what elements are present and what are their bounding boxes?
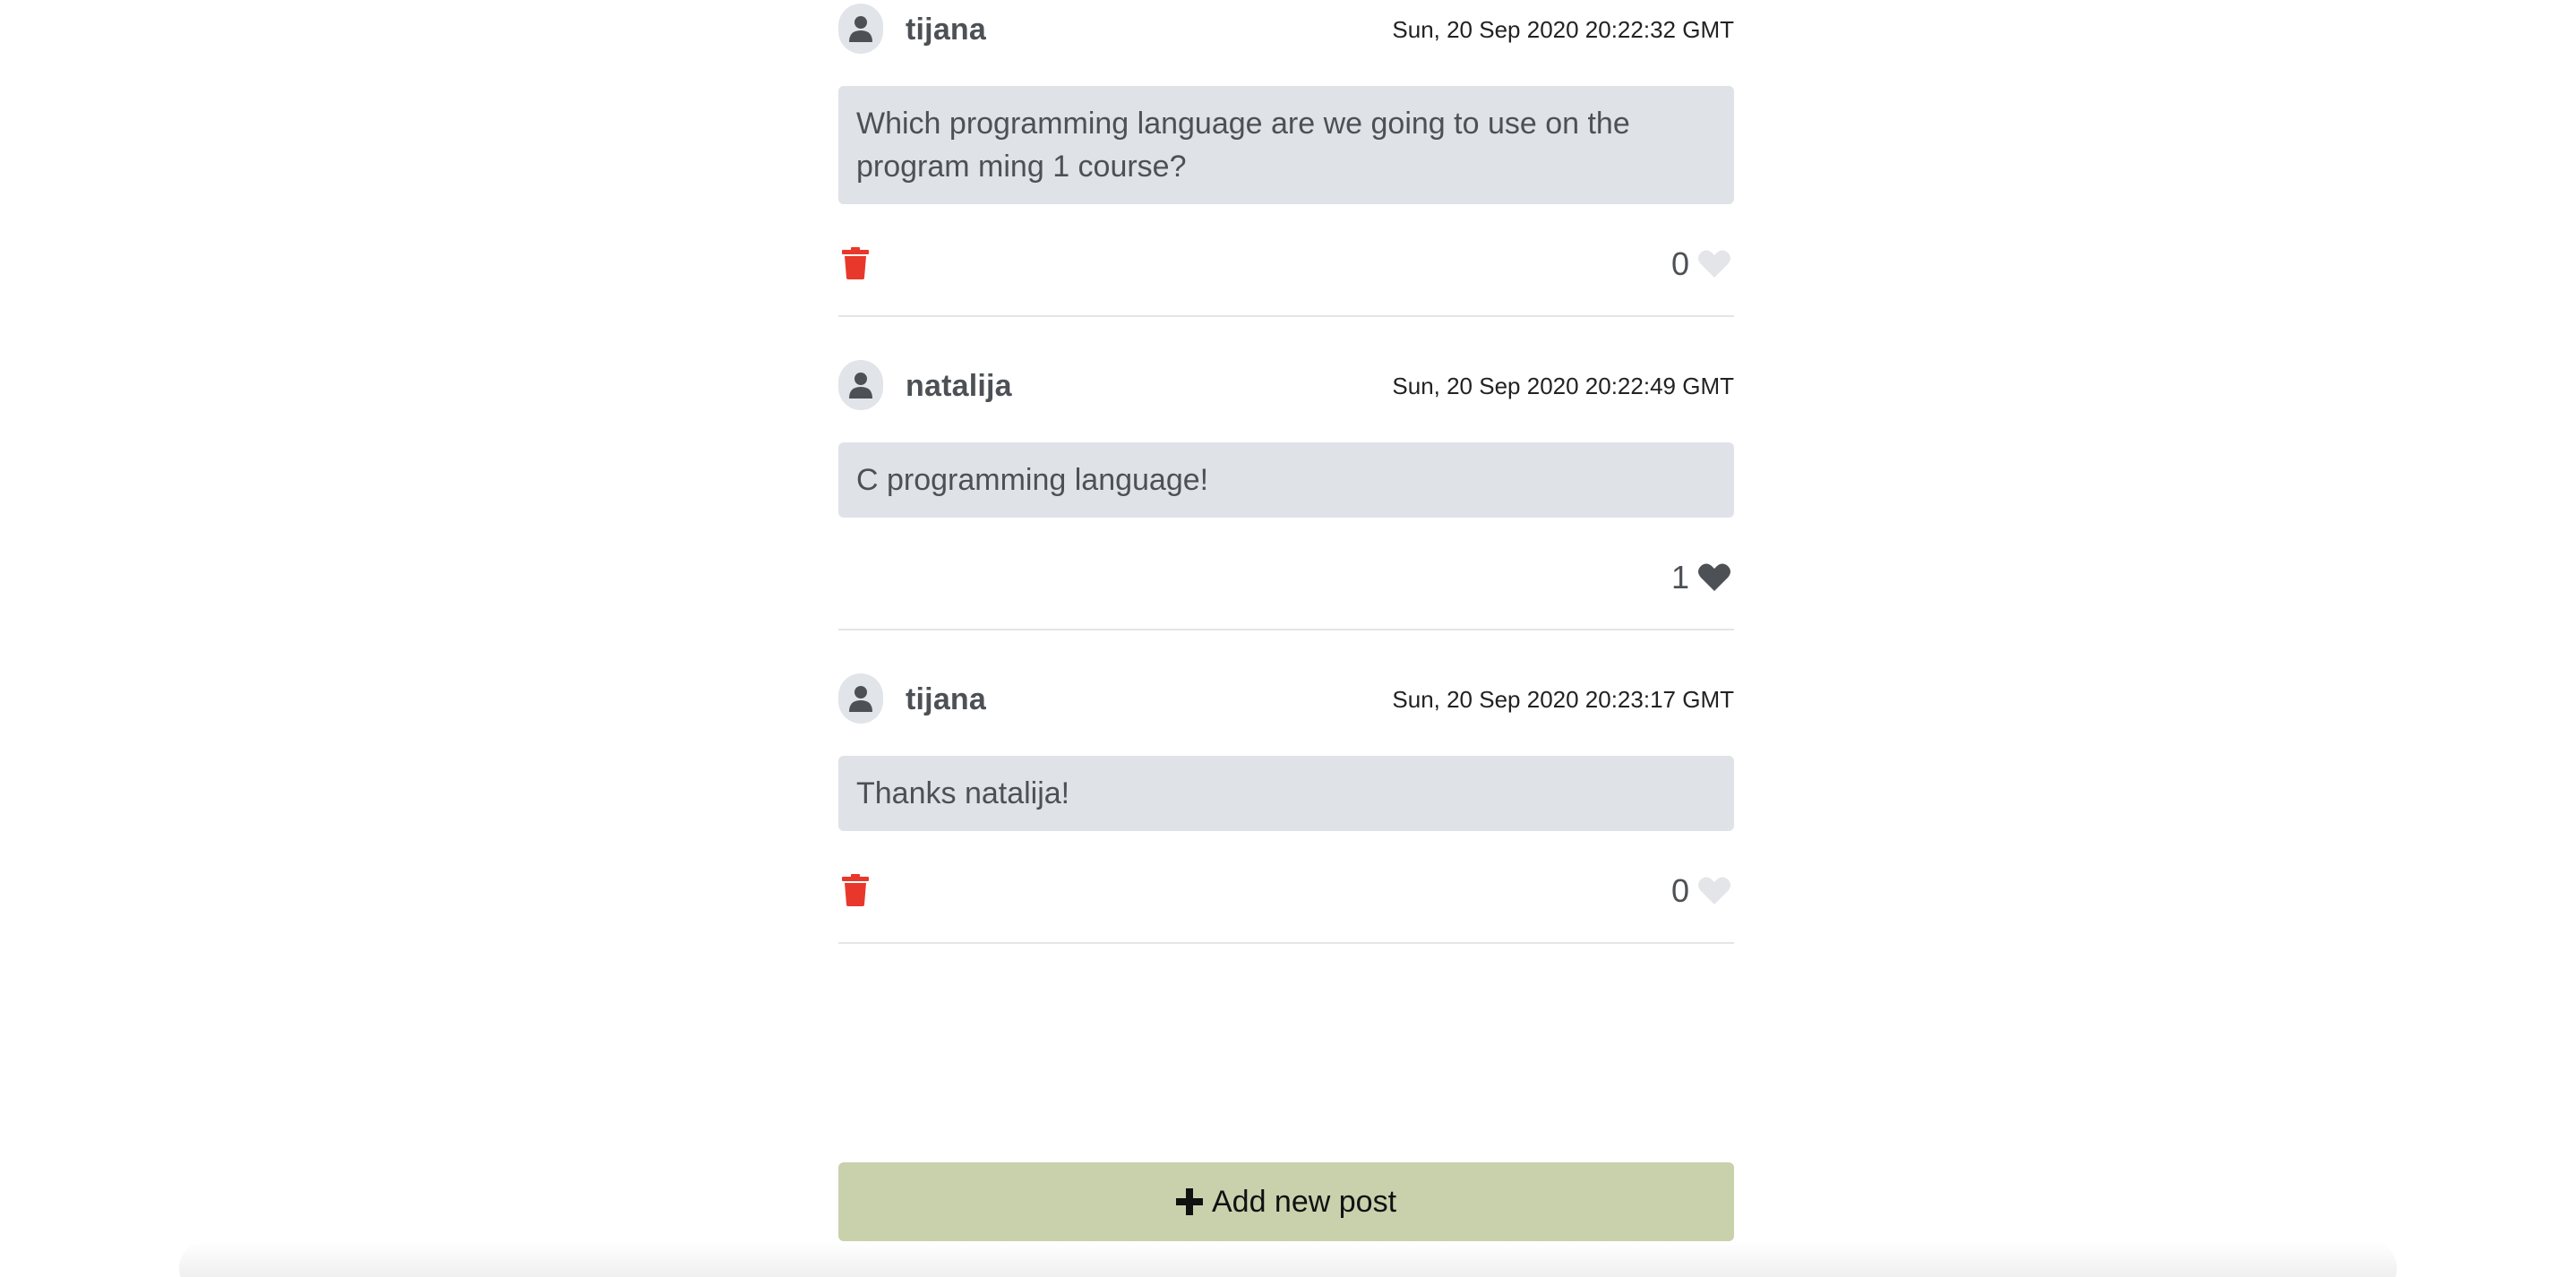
post-header: tijana Sun, 20 Sep 2020 20:22:32 GMT: [838, 0, 1734, 57]
post-footer: 0: [838, 854, 1734, 926]
user-avatar: [838, 673, 883, 724]
post-timestamp: Sun, 20 Sep 2020 20:22:32 GMT: [1392, 16, 1734, 43]
post-timestamp: Sun, 20 Sep 2020 20:23:17 GMT: [1392, 686, 1734, 713]
like-count: 0: [1670, 245, 1689, 282]
post-content: Thanks natalija!: [838, 756, 1734, 831]
post-divider: [838, 315, 1734, 317]
trash-icon[interactable]: [842, 247, 869, 279]
post: tijana Sun, 20 Sep 2020 20:23:17 GMT Tha…: [838, 670, 1734, 944]
post-divider: [838, 629, 1734, 630]
user-avatar: [838, 4, 883, 54]
plus-icon: [1175, 1188, 1203, 1215]
username: tijana: [906, 682, 987, 716]
like-button[interactable]: 0: [1671, 872, 1730, 910]
post: natalija Sun, 20 Sep 2020 20:22:49 GMT C…: [838, 356, 1734, 630]
post-timestamp: Sun, 20 Sep 2020 20:22:49 GMT: [1392, 373, 1734, 399]
like-button[interactable]: 1: [1671, 559, 1730, 596]
like-count: 0: [1670, 872, 1689, 909]
heart-icon[interactable]: [1698, 563, 1730, 592]
post-footer: 1: [838, 541, 1734, 613]
post-thread: tijana Sun, 20 Sep 2020 20:22:32 GMT Whi…: [838, 0, 1734, 944]
post-header: natalija Sun, 20 Sep 2020 20:22:49 GMT: [838, 356, 1734, 414]
user-avatar: [838, 360, 883, 410]
like-button[interactable]: 0: [1671, 245, 1730, 283]
page: tijana Sun, 20 Sep 2020 20:22:32 GMT Whi…: [0, 0, 2576, 1277]
post-footer: 0: [838, 227, 1734, 299]
user-icon: [849, 686, 872, 712]
heart-icon[interactable]: [1698, 250, 1730, 279]
user-icon: [849, 16, 872, 42]
post-header: tijana Sun, 20 Sep 2020 20:23:17 GMT: [838, 670, 1734, 727]
username: natalija: [906, 369, 1012, 403]
trash-icon[interactable]: [842, 874, 869, 906]
user-icon: [849, 373, 872, 399]
heart-icon[interactable]: [1698, 877, 1730, 905]
bottom-shadow: [179, 1241, 2397, 1277]
post: tijana Sun, 20 Sep 2020 20:22:32 GMT Whi…: [838, 0, 1734, 317]
add-new-post-label: Add new post: [1211, 1184, 1397, 1219]
post-content: Which programming language are we going …: [838, 86, 1734, 204]
add-new-post-button[interactable]: Add new post: [838, 1162, 1734, 1241]
like-count: 1: [1670, 559, 1689, 596]
post-content: C programming language!: [838, 442, 1734, 518]
post-divider: [838, 942, 1734, 944]
username: tijana: [906, 13, 987, 47]
